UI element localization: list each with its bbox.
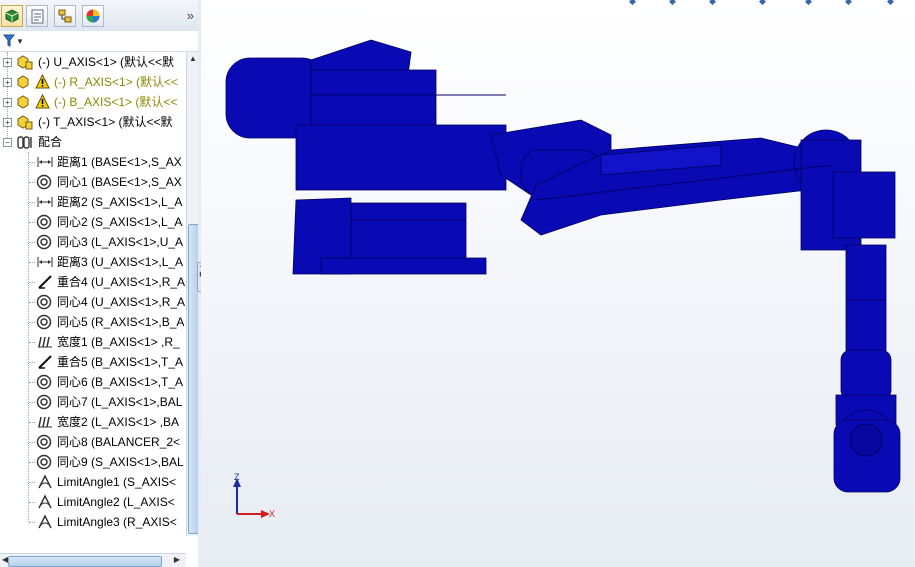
tree-item-label: 重合5 (B_AXIS<1>,T_A: [57, 355, 184, 369]
tree-item-label: 距离2 (S_AXIS<1>,L_A: [57, 195, 183, 209]
tree-item-label: 宽度2 (L_AXIS<1> ,BA: [57, 415, 180, 429]
tab-property-manager[interactable]: [26, 5, 48, 27]
tree-item-label: LimitAngle1 (S_AXIS<: [57, 475, 177, 489]
part-icon: [17, 115, 33, 130]
tree-item-label: 同心8 (BALANCER_2<: [57, 435, 181, 449]
triad-z-label: Z: [234, 472, 240, 482]
angle-mate-icon: [36, 474, 54, 496]
tab-configuration-manager[interactable]: [54, 5, 76, 27]
feature-manager-panel: » ▼ + (-) U_AXIS<1> (默认<<默 + (-) R_AXIS<…: [0, 0, 199, 567]
distance-mate-icon: [36, 154, 54, 176]
expand-icon[interactable]: +: [3, 78, 12, 87]
concentric-mate-icon: [36, 454, 54, 476]
warning-icon: [35, 94, 50, 109]
concentric-mate-icon: [36, 374, 54, 396]
scroll-right-icon[interactable]: ▶: [174, 555, 180, 564]
tree-item-label: 配合: [38, 135, 63, 149]
panel-tab-bar: »: [0, 0, 198, 32]
feature-manager-icon: [5, 9, 19, 23]
tree-item-label: 同心7 (L_AXIS<1>,BAL: [57, 395, 183, 409]
orientation-triad: Z X: [233, 472, 275, 519]
distance-mate-icon: [36, 254, 54, 276]
tree-item-label: 同心6 (B_AXIS<1>,T_A: [57, 375, 184, 389]
tree-horizontal-scrollbar[interactable]: ◀ ▶: [0, 553, 186, 567]
scrollbar-thumb[interactable]: [8, 556, 162, 567]
distance-mate-icon: [36, 194, 54, 216]
coincident-mate-icon: [36, 274, 54, 296]
tree-item-label: 同心4 (U_AXIS<1>,R_A: [57, 295, 186, 309]
warning-icon: [35, 74, 50, 89]
collapse-icon[interactable]: −: [3, 138, 12, 147]
tree-item-label: (-) U_AXIS<1> (默认<<默: [38, 55, 175, 69]
view-icon[interactable]: ◆: [629, 0, 636, 7]
concentric-mate-icon: [36, 394, 54, 416]
tree-item-label: (-) R_AXIS<1> (默认<<: [54, 75, 179, 89]
concentric-mate-icon: [36, 294, 54, 316]
tree-item-label: 重合4 (U_AXIS<1>,R_A: [57, 275, 186, 289]
tree-item-label: 同心9 (S_AXIS<1>,BAL: [57, 455, 184, 469]
coincident-mate-icon: [36, 354, 54, 376]
heads-up-toolbar: ◆ ◆ ◆ ◆ ◆ ◆ ◆: [625, 0, 915, 6]
mates-folder-icon: [17, 136, 32, 149]
view-icon[interactable]: ◆: [709, 0, 716, 7]
triad-x-label: X: [269, 509, 275, 519]
filter-dropdown-icon[interactable]: ▼: [16, 37, 24, 46]
expand-icon[interactable]: +: [3, 98, 12, 107]
tree-item-label: (-) T_AXIS<1> (默认<<默: [38, 115, 173, 129]
width-mate-icon: [36, 334, 54, 356]
view-icon[interactable]: ◆: [887, 0, 894, 7]
part-icon: [17, 55, 33, 70]
tree-item-label: 同心1 (BASE<1>,S_AX: [57, 175, 182, 189]
graphics-viewport[interactable]: ◆ ◆ ◆ ◆ ◆ ◆ ◆ Z X: [201, 0, 915, 567]
expand-icon[interactable]: +: [3, 118, 12, 127]
concentric-mate-icon: [36, 314, 54, 336]
view-icon[interactable]: ◆: [805, 0, 812, 7]
tab-feature-manager[interactable]: [1, 5, 23, 27]
angle-mate-icon: [36, 494, 54, 516]
view-icon[interactable]: ◆: [759, 0, 766, 7]
feature-tree: + (-) U_AXIS<1> (默认<<默 + (-) R_AXIS<1> (…: [0, 52, 186, 536]
expand-icon[interactable]: +: [3, 58, 12, 67]
configuration-manager-icon: [58, 9, 72, 23]
tree-item-label: 同心2 (S_AXIS<1>,L_A: [57, 215, 183, 229]
concentric-mate-icon: [36, 174, 54, 196]
more-tabs-icon[interactable]: »: [187, 8, 194, 23]
tree-item-label: 宽度1 (B_AXIS<1> ,R_: [57, 335, 180, 349]
tree-item-label: (-) B_AXIS<1> (默认<<: [54, 95, 178, 109]
tree-item-label: 距离1 (BASE<1>,S_AX: [57, 155, 182, 169]
property-manager-icon: [31, 9, 44, 24]
view-icon[interactable]: ◆: [845, 0, 852, 7]
tree-item-label: 同心3 (L_AXIS<1>,U_A: [57, 235, 184, 249]
part-icon: [17, 95, 29, 109]
filter-icon[interactable]: [3, 34, 15, 47]
tree-filter-bar[interactable]: ▼: [0, 31, 198, 52]
concentric-mate-icon: [36, 234, 54, 256]
angle-mate-icon: [36, 514, 54, 536]
width-mate-icon: [36, 414, 54, 436]
robot-arm-model[interactable]: [201, 0, 915, 567]
tab-display-manager[interactable]: [82, 5, 104, 27]
tree-item-label: LimitAngle3 (R_AXIS<: [57, 515, 177, 529]
tree-item-label: 同心5 (R_AXIS<1>,B_A: [57, 315, 185, 329]
concentric-mate-icon: [36, 214, 54, 236]
tree-item-label: LimitAngle2 (L_AXIS<: [57, 495, 175, 509]
part-icon: [17, 75, 29, 89]
view-icon[interactable]: ◆: [669, 0, 676, 7]
display-manager-icon: [86, 9, 100, 23]
tree-item-label: 距离3 (U_AXIS<1>,L_A: [57, 255, 184, 269]
concentric-mate-icon: [36, 434, 54, 456]
